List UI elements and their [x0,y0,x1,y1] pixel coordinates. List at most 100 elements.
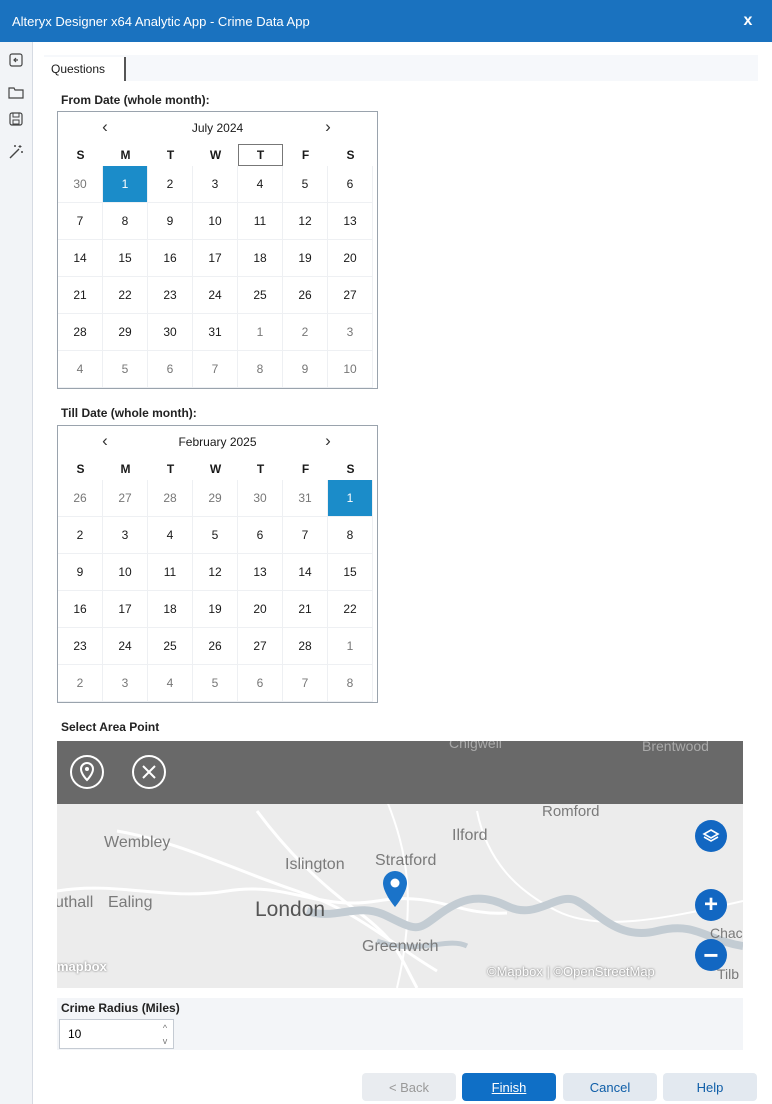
calendar-day[interactable]: 26 [193,628,238,665]
calendar-day[interactable]: 4 [238,166,283,203]
calendar-day[interactable]: 31 [193,314,238,351]
tab-questions[interactable]: Questions [44,57,126,81]
calendar-day[interactable]: 6 [238,517,283,554]
mapbox-logo[interactable]: mapbox [57,959,107,974]
calendar-day[interactable]: 2 [58,665,103,702]
back-icon[interactable] [6,50,26,70]
calendar-day[interactable]: 17 [193,240,238,277]
calendar-day[interactable]: 27 [238,628,283,665]
calendar-day[interactable]: 19 [283,240,328,277]
calendar-day[interactable]: 21 [283,591,328,628]
close-icon[interactable]: x [724,0,772,42]
calendar-day[interactable]: 24 [103,628,148,665]
calendar-day[interactable]: 4 [148,665,193,702]
radius-input[interactable]: ^ v [59,1019,174,1049]
location-pin-icon[interactable] [381,869,409,921]
layers-icon[interactable] [695,820,727,852]
calendar-day[interactable]: 5 [193,517,238,554]
calendar-day[interactable]: 10 [193,203,238,240]
calendar-day[interactable]: 8 [238,351,283,388]
calendar-day[interactable]: 20 [328,240,373,277]
calendar-day[interactable]: 28 [148,480,193,517]
calendar-day[interactable]: 8 [103,203,148,240]
calendar-day[interactable]: 27 [103,480,148,517]
map-attribution[interactable]: ©Mapbox | ©OpenStreetMap [487,964,655,979]
save-icon[interactable] [6,109,26,129]
calendar-day[interactable]: 13 [238,554,283,591]
calendar-day[interactable]: 22 [328,591,373,628]
calendar-day[interactable]: 11 [148,554,193,591]
calendar-day[interactable]: 9 [148,203,193,240]
calendar-day[interactable]: 28 [58,314,103,351]
calendar-day[interactable]: 7 [283,517,328,554]
next-month-icon[interactable]: › [318,432,338,452]
spin-down-icon[interactable]: v [159,1035,171,1047]
calendar-day[interactable]: 23 [58,628,103,665]
calendar-day[interactable]: 4 [58,351,103,388]
calendar-day[interactable]: 1 [238,314,283,351]
calendar-day[interactable]: 12 [283,203,328,240]
calendar-day[interactable]: 8 [328,665,373,702]
calendar-day[interactable]: 17 [103,591,148,628]
calendar-day[interactable]: 3 [328,314,373,351]
calendar-day[interactable]: 30 [238,480,283,517]
calendar-day[interactable]: 9 [58,554,103,591]
calendar-day[interactable]: 1 [328,480,373,517]
calendar-day[interactable]: 3 [193,166,238,203]
radius-value-field[interactable] [66,1026,150,1042]
calendar-day[interactable]: 14 [283,554,328,591]
calendar-day[interactable]: 29 [103,314,148,351]
calendar-day[interactable]: 3 [103,665,148,702]
finish-button[interactable]: Finish [462,1073,556,1101]
calendar-day[interactable]: 10 [103,554,148,591]
calendar-day[interactable]: 19 [193,591,238,628]
calendar-day[interactable]: 23 [148,277,193,314]
calendar-day[interactable]: 13 [328,203,373,240]
calendar-day[interactable]: 7 [58,203,103,240]
calendar-day[interactable]: 24 [193,277,238,314]
calendar-day[interactable]: 16 [58,591,103,628]
calendar-day[interactable]: 16 [148,240,193,277]
calendar-day[interactable]: 28 [283,628,328,665]
pin-tool-icon[interactable] [69,754,105,790]
calendar-day[interactable]: 12 [193,554,238,591]
folder-icon[interactable] [6,82,26,102]
magic-wand-icon[interactable] [6,142,26,162]
back-button[interactable]: < Back [362,1073,456,1101]
calendar-day[interactable]: 2 [283,314,328,351]
calendar-day[interactable]: 27 [328,277,373,314]
calendar-day[interactable]: 1 [103,166,148,203]
zoom-in-button[interactable]: + [695,889,727,921]
cancel-button[interactable]: Cancel [563,1073,657,1101]
calendar-day[interactable]: 18 [238,240,283,277]
calendar-day[interactable]: 3 [103,517,148,554]
calendar-day[interactable]: 6 [148,351,193,388]
calendar-day[interactable]: 8 [328,517,373,554]
next-month-icon[interactable]: › [318,118,338,138]
calendar-day[interactable]: 5 [283,166,328,203]
calendar-day[interactable]: 26 [58,480,103,517]
calendar-day[interactable]: 2 [148,166,193,203]
calendar-day[interactable]: 11 [238,203,283,240]
calendar-day[interactable]: 15 [328,554,373,591]
calendar-day[interactable]: 31 [283,480,328,517]
calendar-day[interactable]: 29 [193,480,238,517]
calendar-day[interactable]: 1 [328,628,373,665]
calendar-day[interactable]: 14 [58,240,103,277]
help-button[interactable]: Help [663,1073,757,1101]
zoom-out-button[interactable]: − [695,939,727,971]
spin-up-icon[interactable]: ^ [159,1022,171,1034]
calendar-day[interactable]: 18 [148,591,193,628]
calendar-day[interactable]: 30 [58,166,103,203]
calendar-day[interactable]: 15 [103,240,148,277]
calendar-day[interactable]: 20 [238,591,283,628]
map[interactable]: Chigwell Brentwood Romford Ilford Wemble… [57,741,743,988]
calendar-day[interactable]: 10 [328,351,373,388]
calendar-day[interactable]: 9 [283,351,328,388]
calendar-day[interactable]: 5 [193,665,238,702]
calendar-day[interactable]: 21 [58,277,103,314]
calendar-day[interactable]: 2 [58,517,103,554]
clear-tool-icon[interactable] [131,754,167,790]
calendar-day[interactable]: 4 [148,517,193,554]
calendar-day[interactable]: 25 [238,277,283,314]
